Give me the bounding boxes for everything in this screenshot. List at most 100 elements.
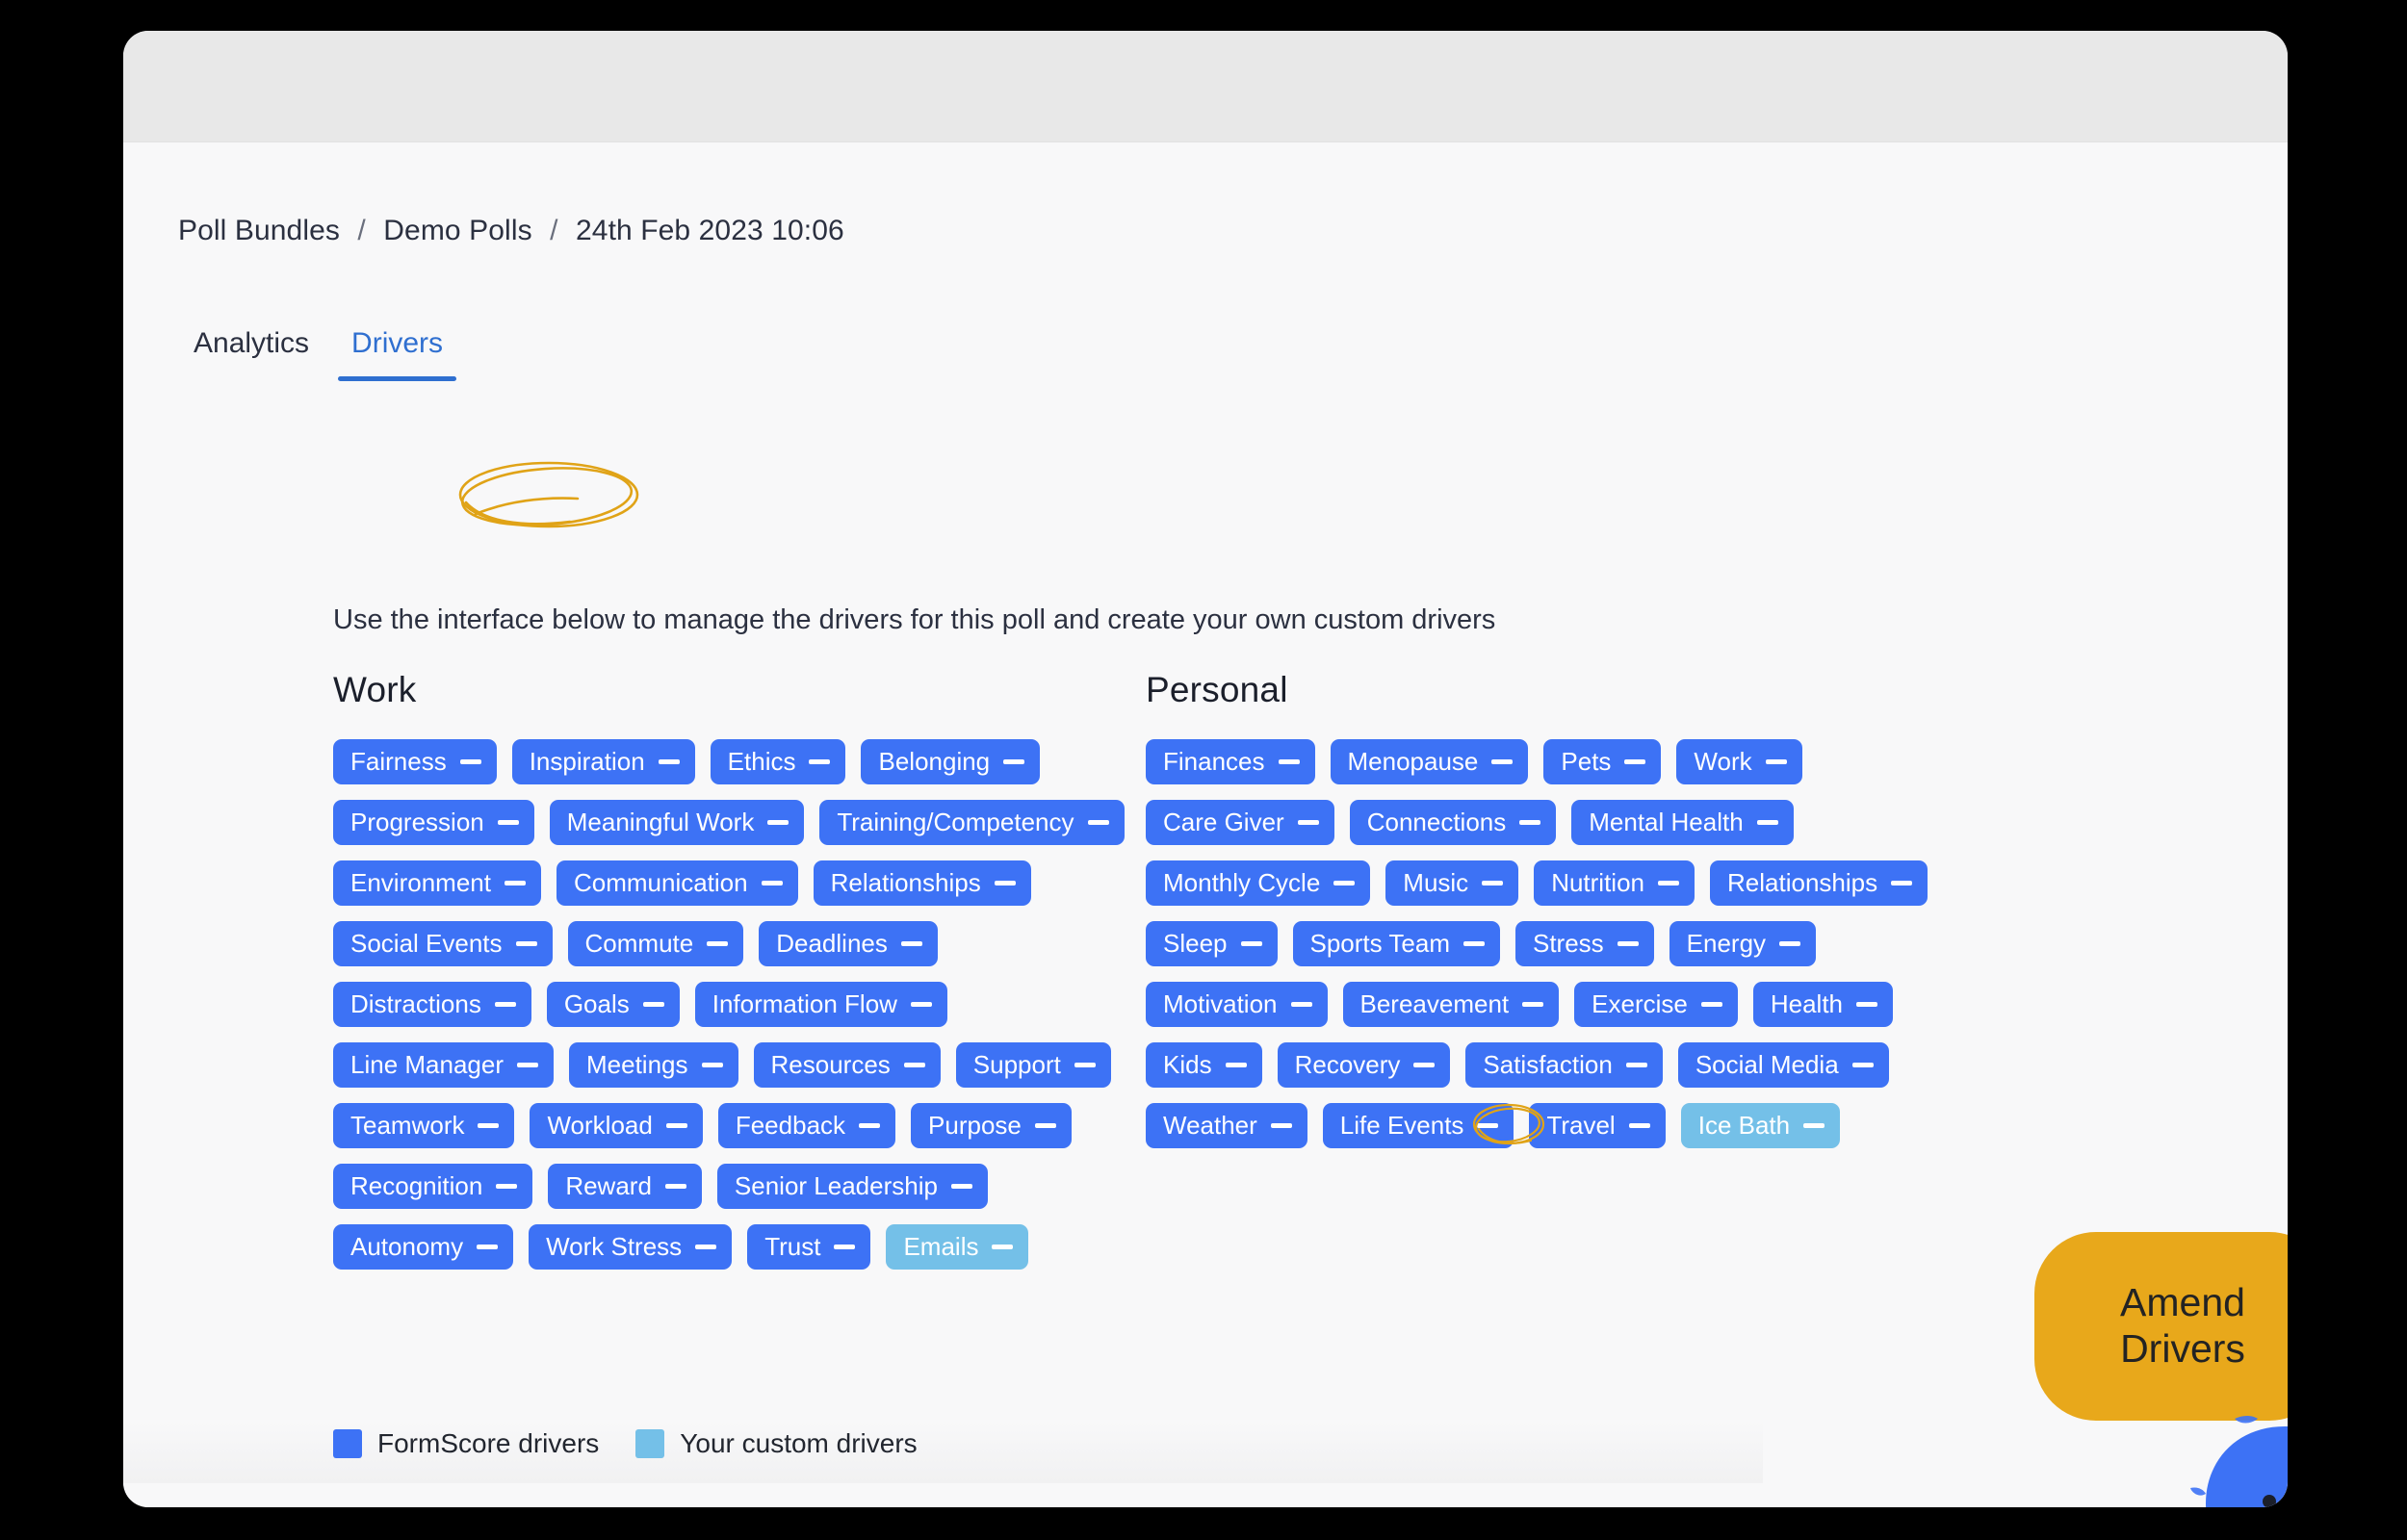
remove-driver-icon[interactable] — [665, 1123, 687, 1128]
remove-driver-icon[interactable] — [459, 759, 481, 764]
driver-chip-belonging[interactable]: Belonging — [861, 739, 1041, 784]
remove-driver-icon[interactable] — [1700, 1002, 1722, 1007]
driver-chip-social-media[interactable]: Social Media — [1677, 1042, 1889, 1088]
driver-chip-social-events[interactable]: Social Events — [333, 921, 553, 966]
remove-driver-icon[interactable] — [515, 941, 537, 946]
driver-chip-life-events[interactable]: Life Events — [1322, 1103, 1545, 1148]
remove-driver-icon[interactable] — [994, 881, 1016, 886]
remove-driver-icon[interactable] — [497, 820, 519, 825]
breadcrumb-item-poll-bundles[interactable]: Poll Bundles — [178, 215, 340, 246]
remove-driver-icon[interactable] — [1290, 1002, 1312, 1007]
driver-chip-workload[interactable]: Workload — [530, 1103, 703, 1148]
driver-chip-resources[interactable]: Resources — [753, 1042, 941, 1088]
remove-driver-icon[interactable] — [767, 820, 789, 825]
breadcrumb-item-date[interactable]: 24th Feb 2023 10:06 — [576, 215, 844, 246]
driver-chip-pets[interactable]: Pets — [1543, 739, 1662, 784]
remove-driver-icon[interactable] — [1803, 1123, 1825, 1128]
driver-chip-travel[interactable]: Travel — [1529, 1103, 1666, 1148]
tab-drivers[interactable]: Drivers — [330, 327, 464, 381]
remove-driver-icon[interactable] — [1851, 1063, 1874, 1067]
remove-driver-icon[interactable] — [478, 1123, 500, 1128]
driver-chip-support[interactable]: Support — [955, 1042, 1111, 1088]
remove-driver-icon[interactable] — [900, 941, 922, 946]
remove-driver-icon[interactable] — [504, 881, 526, 886]
remove-driver-icon[interactable] — [1333, 881, 1356, 886]
driver-chip-care-giver[interactable]: Care Giver — [1146, 800, 1334, 845]
driver-chip-fairness[interactable]: Fairness — [333, 739, 497, 784]
remove-driver-icon[interactable] — [1297, 820, 1319, 825]
remove-driver-icon[interactable] — [910, 1002, 932, 1007]
driver-chip-connections[interactable]: Connections — [1349, 800, 1557, 845]
remove-driver-icon[interactable] — [1624, 759, 1646, 764]
driver-chip-communication[interactable]: Communication — [556, 860, 798, 906]
driver-chip-work-stress[interactable]: Work Stress — [529, 1224, 733, 1270]
driver-chip-training-competency[interactable]: Training/Competency — [819, 800, 1125, 845]
remove-driver-icon[interactable] — [1628, 1123, 1650, 1128]
driver-chip-meaningful-work[interactable]: Meaningful Work — [549, 800, 805, 845]
remove-driver-icon[interactable] — [950, 1184, 972, 1189]
remove-driver-icon[interactable] — [1270, 1123, 1292, 1128]
remove-driver-icon[interactable] — [1240, 941, 1262, 946]
driver-chip-environment[interactable]: Environment — [333, 860, 541, 906]
driver-chip-work[interactable]: Work — [1676, 739, 1802, 784]
driver-chip-kids[interactable]: Kids — [1146, 1042, 1262, 1088]
driver-chip-bereavement[interactable]: Bereavement — [1342, 982, 1560, 1027]
remove-driver-icon[interactable] — [1756, 820, 1778, 825]
driver-chip-ethics[interactable]: Ethics — [710, 739, 846, 784]
driver-chip-health[interactable]: Health — [1752, 982, 1894, 1027]
driver-chip-finances[interactable]: Finances — [1146, 739, 1315, 784]
remove-driver-icon[interactable] — [1034, 1123, 1056, 1128]
tab-analytics[interactable]: Analytics — [176, 327, 330, 381]
driver-chip-distractions[interactable]: Distractions — [333, 982, 531, 1027]
breadcrumb-item-demo-polls[interactable]: Demo Polls — [383, 215, 531, 246]
driver-chip-goals[interactable]: Goals — [546, 982, 680, 1027]
driver-chip-nutrition[interactable]: Nutrition — [1534, 860, 1695, 906]
remove-driver-icon[interactable] — [707, 941, 729, 946]
remove-driver-icon[interactable] — [903, 1063, 925, 1067]
driver-chip-weather[interactable]: Weather — [1146, 1103, 1307, 1148]
remove-driver-icon[interactable] — [658, 759, 680, 764]
driver-chip-inspiration[interactable]: Inspiration — [511, 739, 695, 784]
remove-driver-icon[interactable] — [834, 1245, 856, 1249]
remove-driver-icon[interactable] — [701, 1063, 723, 1067]
driver-chip-energy[interactable]: Energy — [1669, 921, 1817, 966]
remove-driver-icon[interactable] — [1891, 881, 1913, 886]
driver-chip-teamwork[interactable]: Teamwork — [333, 1103, 515, 1148]
driver-chip-reward[interactable]: Reward — [548, 1164, 702, 1209]
driver-chip-purpose[interactable]: Purpose — [911, 1103, 1072, 1148]
remove-driver-icon[interactable] — [1462, 941, 1485, 946]
driver-chip-satisfaction[interactable]: Satisfaction — [1465, 1042, 1663, 1088]
remove-driver-icon[interactable] — [1779, 941, 1801, 946]
driver-chip-autonomy[interactable]: Autonomy — [333, 1224, 514, 1270]
remove-driver-icon[interactable] — [1087, 820, 1109, 825]
remove-driver-icon[interactable] — [992, 1245, 1014, 1249]
driver-chip-feedback[interactable]: Feedback — [717, 1103, 896, 1148]
remove-driver-icon[interactable] — [1856, 1002, 1878, 1007]
remove-driver-icon[interactable] — [1522, 1002, 1544, 1007]
driver-chip-meetings[interactable]: Meetings — [569, 1042, 738, 1088]
remove-driver-icon[interactable] — [1519, 820, 1541, 825]
driver-chip-sleep[interactable]: Sleep — [1146, 921, 1278, 966]
remove-driver-icon[interactable] — [1413, 1063, 1436, 1067]
driver-chip-deadlines[interactable]: Deadlines — [759, 921, 938, 966]
remove-driver-icon[interactable] — [1658, 881, 1680, 886]
driver-chip-ice-bath[interactable]: Ice Bath — [1680, 1103, 1841, 1148]
driver-chip-exercise[interactable]: Exercise — [1574, 982, 1738, 1027]
driver-chip-commute[interactable]: Commute — [567, 921, 744, 966]
remove-driver-icon[interactable] — [494, 1002, 516, 1007]
remove-driver-icon[interactable] — [1765, 759, 1787, 764]
driver-chip-progression[interactable]: Progression — [333, 800, 534, 845]
remove-driver-icon[interactable] — [1477, 1123, 1499, 1128]
driver-chip-monthly-cycle[interactable]: Monthly Cycle — [1146, 860, 1371, 906]
driver-chip-mental-health[interactable]: Mental Health — [1571, 800, 1794, 845]
driver-chip-information-flow[interactable]: Information Flow — [694, 982, 947, 1027]
remove-driver-icon[interactable] — [664, 1184, 686, 1189]
remove-driver-icon[interactable] — [761, 881, 783, 886]
remove-driver-icon[interactable] — [642, 1002, 664, 1007]
driver-chip-trust[interactable]: Trust — [747, 1224, 871, 1270]
remove-driver-icon[interactable] — [1617, 941, 1639, 946]
remove-driver-icon[interactable] — [859, 1123, 881, 1128]
driver-chip-menopause[interactable]: Menopause — [1330, 739, 1529, 784]
driver-chip-relationships[interactable]: Relationships — [1710, 860, 1928, 906]
remove-driver-icon[interactable] — [809, 759, 831, 764]
